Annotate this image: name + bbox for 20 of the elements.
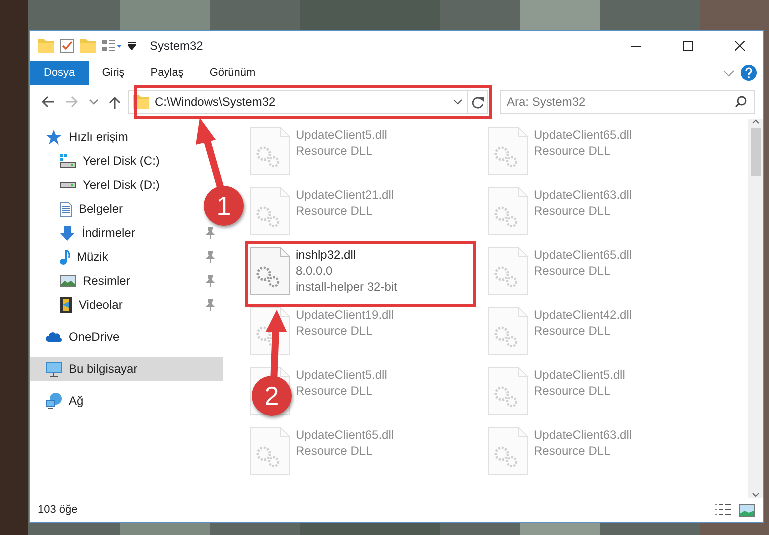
sidebar-item[interactable]: Videolar <box>30 293 129 317</box>
sidebar-item[interactable]: Hızlı erişim <box>30 125 134 149</box>
ribbon-tab[interactable]: Paylaş <box>138 61 197 85</box>
sidebar-item[interactable]: İndirmeler <box>30 221 142 245</box>
sidebar-item[interactable]: Yerel Disk (D:) <box>30 173 166 197</box>
ribbon-tab[interactable]: Görünüm <box>196 61 269 85</box>
sidebar-item[interactable]: Müzik <box>30 245 114 269</box>
sidebar-item[interactable]: Belgeler <box>30 197 130 221</box>
search-field[interactable]: Ara: System32 <box>500 90 755 114</box>
sidebar-item[interactable]: Ağ <box>30 389 90 413</box>
sidebar-item[interactable]: Bu bilgisayar <box>30 357 223 381</box>
sidebar-item[interactable]: Yerel Disk (C:) <box>30 149 166 173</box>
ribbon-tab[interactable]: Giriş <box>89 61 138 85</box>
file-tile[interactable]: inshlp32.dll 8.0.0.0 install-helper 32-bit <box>250 247 398 295</box>
address-field[interactable]: C:\Windows\System32 <box>128 90 468 114</box>
file-menu-tab[interactable]: Dosya <box>30 61 90 85</box>
window-title: System32 <box>150 38 204 55</box>
sidebar-item[interactable]: Resimler <box>30 269 136 293</box>
sidebar-item[interactable]: OneDrive <box>30 325 126 349</box>
item-count: 103 öğe <box>38 502 78 518</box>
